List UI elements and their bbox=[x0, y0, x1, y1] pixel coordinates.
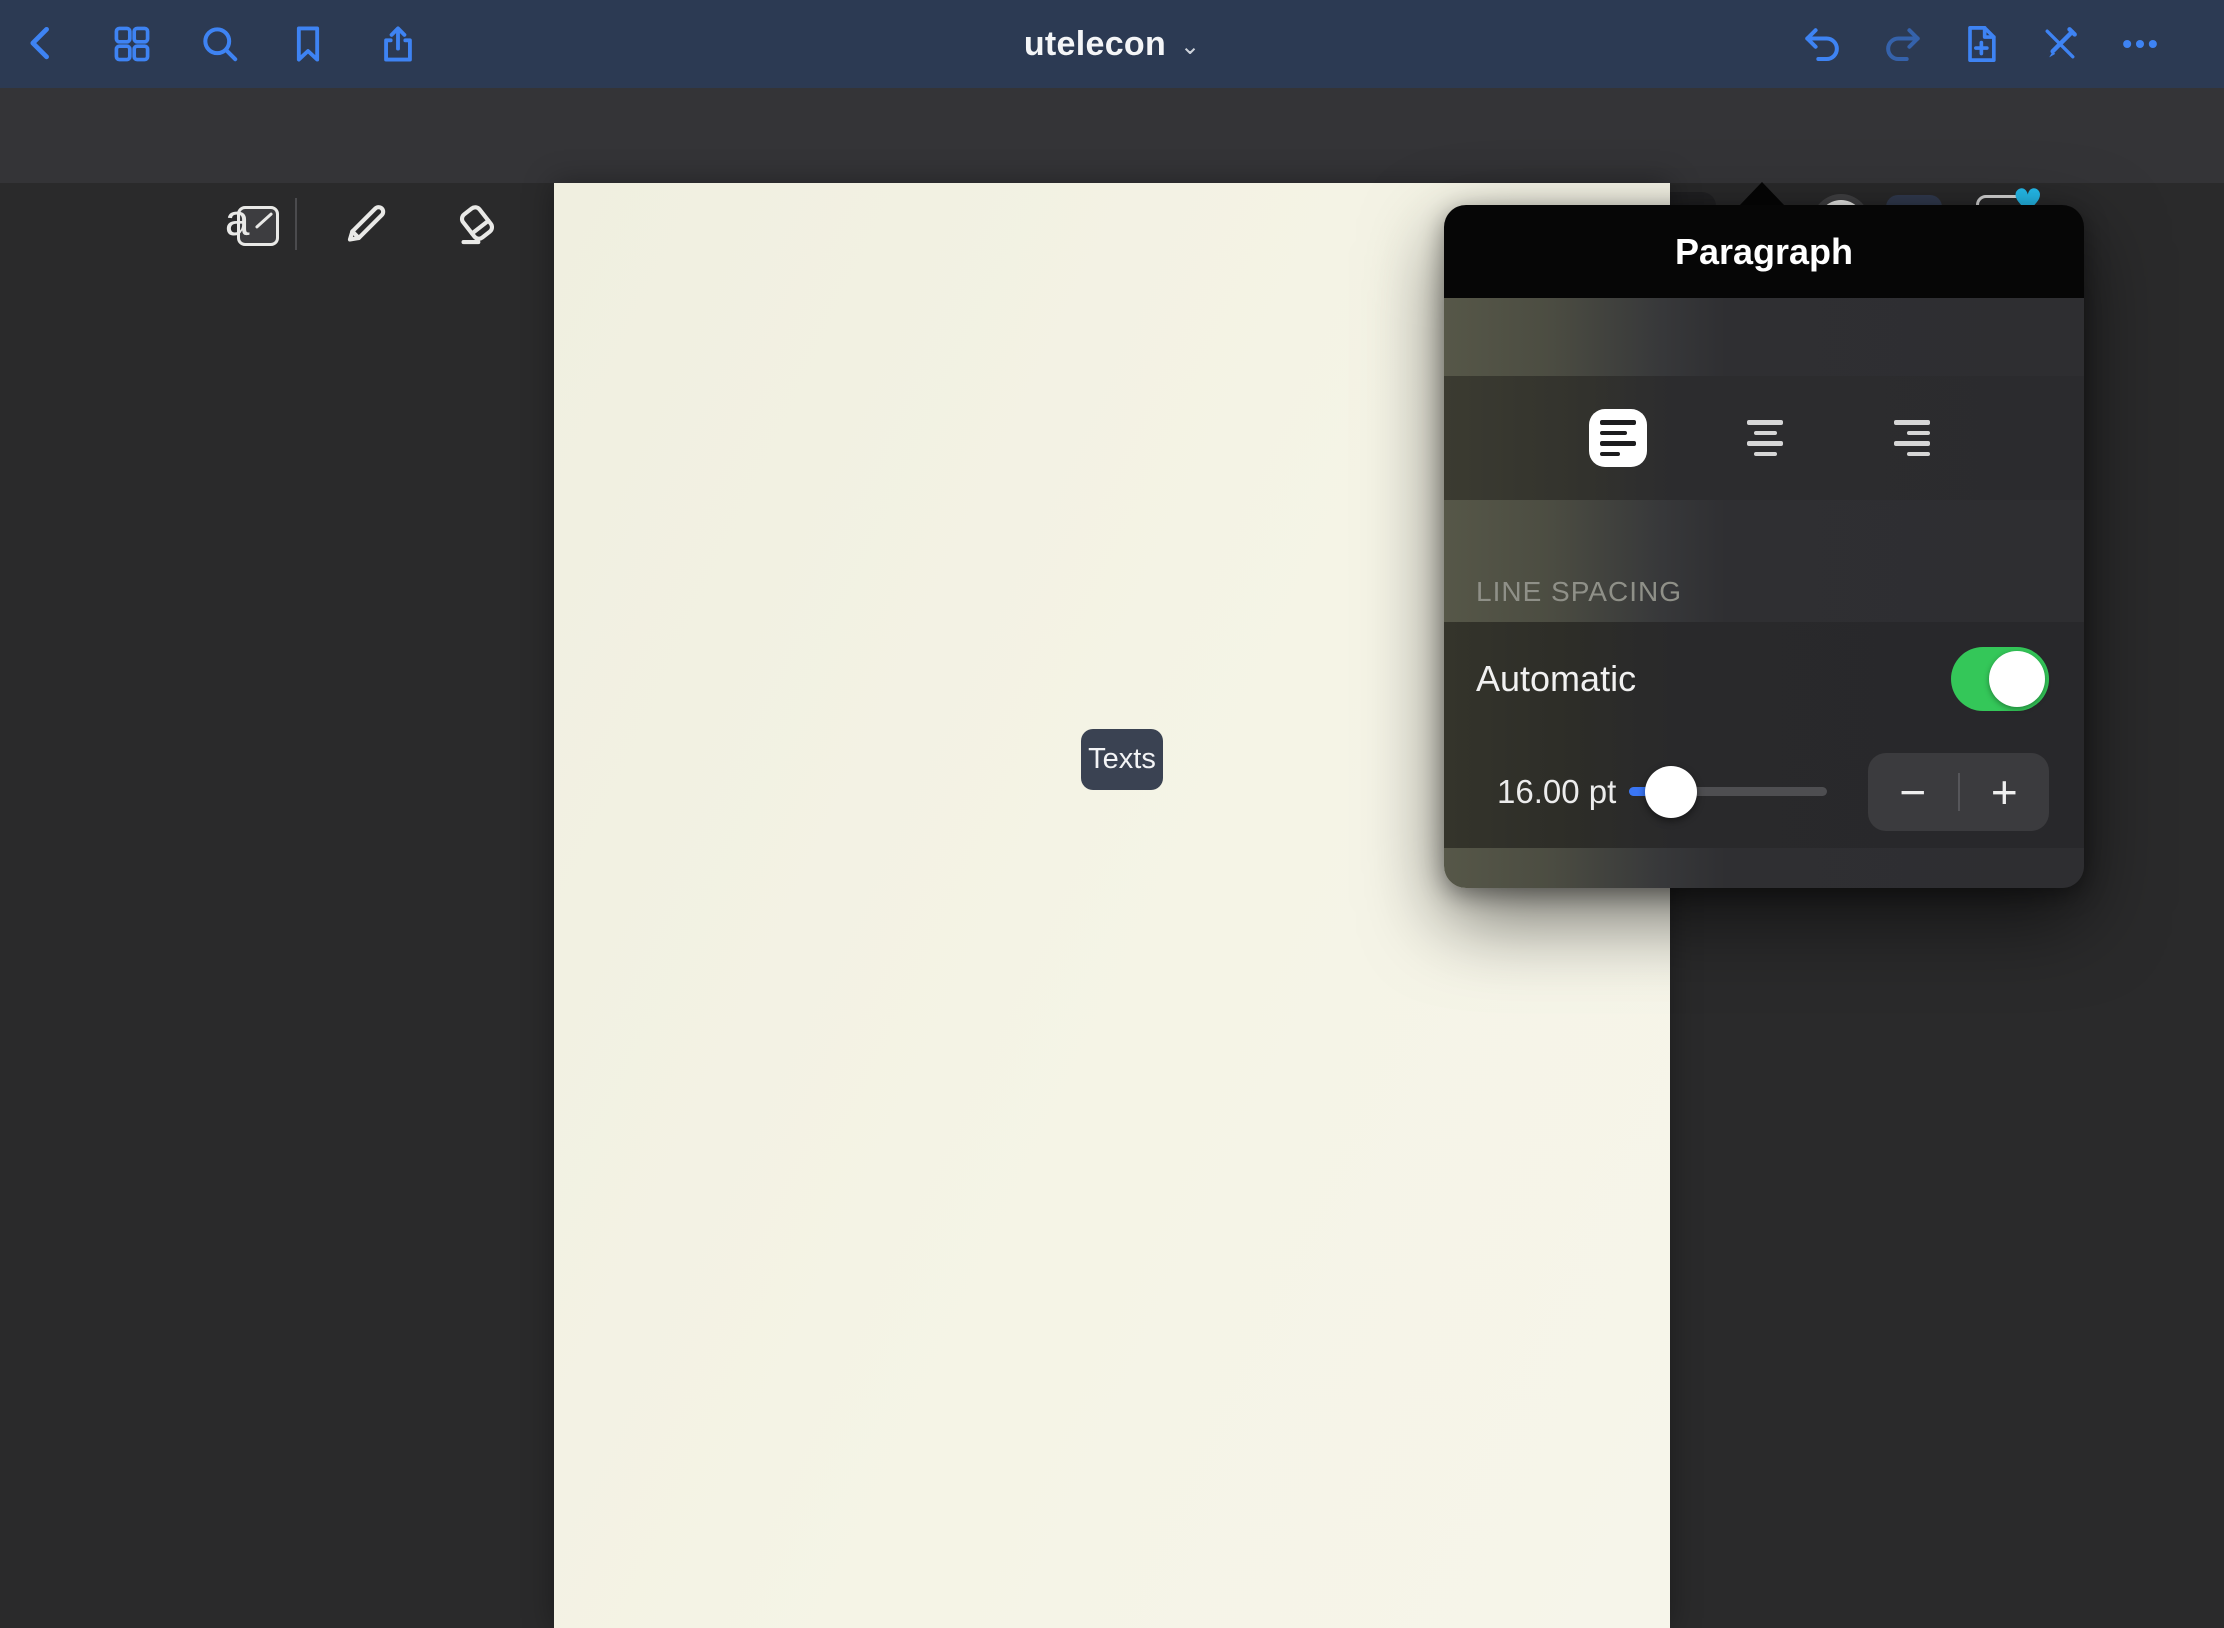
redo-icon[interactable] bbox=[1879, 20, 1927, 68]
align-left-button[interactable] bbox=[1589, 409, 1647, 467]
popover-blur-band bbox=[1444, 298, 2084, 376]
alignment-row bbox=[1444, 376, 2084, 500]
line-spacing-rows: Automatic 16.00 pt − + bbox=[1444, 622, 2084, 848]
increase-button[interactable]: + bbox=[1960, 753, 2050, 831]
back-icon[interactable] bbox=[18, 20, 66, 68]
toggle-knob bbox=[1989, 651, 2045, 707]
align-right-button[interactable] bbox=[1883, 409, 1941, 467]
title-chevron-down-icon[interactable]: ⌄ bbox=[1180, 32, 1200, 61]
pen-tool-icon[interactable] bbox=[340, 197, 392, 249]
grid-view-icon[interactable] bbox=[108, 20, 156, 68]
undo-icon[interactable] bbox=[1798, 20, 1846, 68]
automatic-label: Automatic bbox=[1476, 658, 1636, 700]
document-title[interactable]: utelecon bbox=[1024, 25, 1166, 64]
zoom-window-glyph: a bbox=[227, 197, 279, 249]
line-spacing-value: 16.00 pt bbox=[1497, 773, 1616, 811]
popover-bottom-band bbox=[1444, 848, 2084, 888]
popover-title: Paragraph bbox=[1444, 205, 2084, 298]
decrease-button[interactable]: − bbox=[1868, 753, 1958, 831]
bookmark-icon[interactable] bbox=[284, 20, 332, 68]
add-page-icon[interactable] bbox=[1957, 20, 2005, 68]
more-icon[interactable] bbox=[2116, 20, 2164, 68]
zoom-window-tool-icon[interactable]: a bbox=[227, 197, 279, 249]
app-screen: utelecon ⌄ a bbox=[0, 0, 2224, 1628]
automatic-toggle[interactable] bbox=[1951, 647, 2049, 711]
popover-arrow bbox=[1739, 182, 1785, 206]
exit-editing-icon[interactable] bbox=[2036, 20, 2084, 68]
selected-text-object[interactable]: Texts bbox=[1081, 729, 1163, 790]
spacing-slider-row: 16.00 pt − + bbox=[1444, 735, 2084, 848]
line-spacing-section-label: LINE SPACING bbox=[1476, 576, 1682, 608]
automatic-row: Automatic bbox=[1444, 622, 2084, 735]
search-icon[interactable] bbox=[196, 20, 244, 68]
share-icon[interactable] bbox=[374, 20, 422, 68]
align-center-button[interactable] bbox=[1736, 409, 1794, 467]
slider-knob[interactable] bbox=[1645, 766, 1697, 818]
toolbar-divider bbox=[295, 198, 297, 250]
eraser-tool-icon[interactable] bbox=[451, 197, 503, 249]
selected-text-label: Texts bbox=[1088, 743, 1156, 776]
line-spacing-section-header: LINE SPACING bbox=[1444, 500, 2084, 622]
spacing-stepper: − + bbox=[1868, 753, 2049, 831]
line-spacing-slider[interactable] bbox=[1629, 766, 1827, 818]
paragraph-popover: Paragraph LINE SPACING Automatic bbox=[1444, 205, 2084, 888]
nav-bar: utelecon ⌄ bbox=[0, 0, 2224, 88]
tool-bar: a T bbox=[0, 88, 2224, 183]
